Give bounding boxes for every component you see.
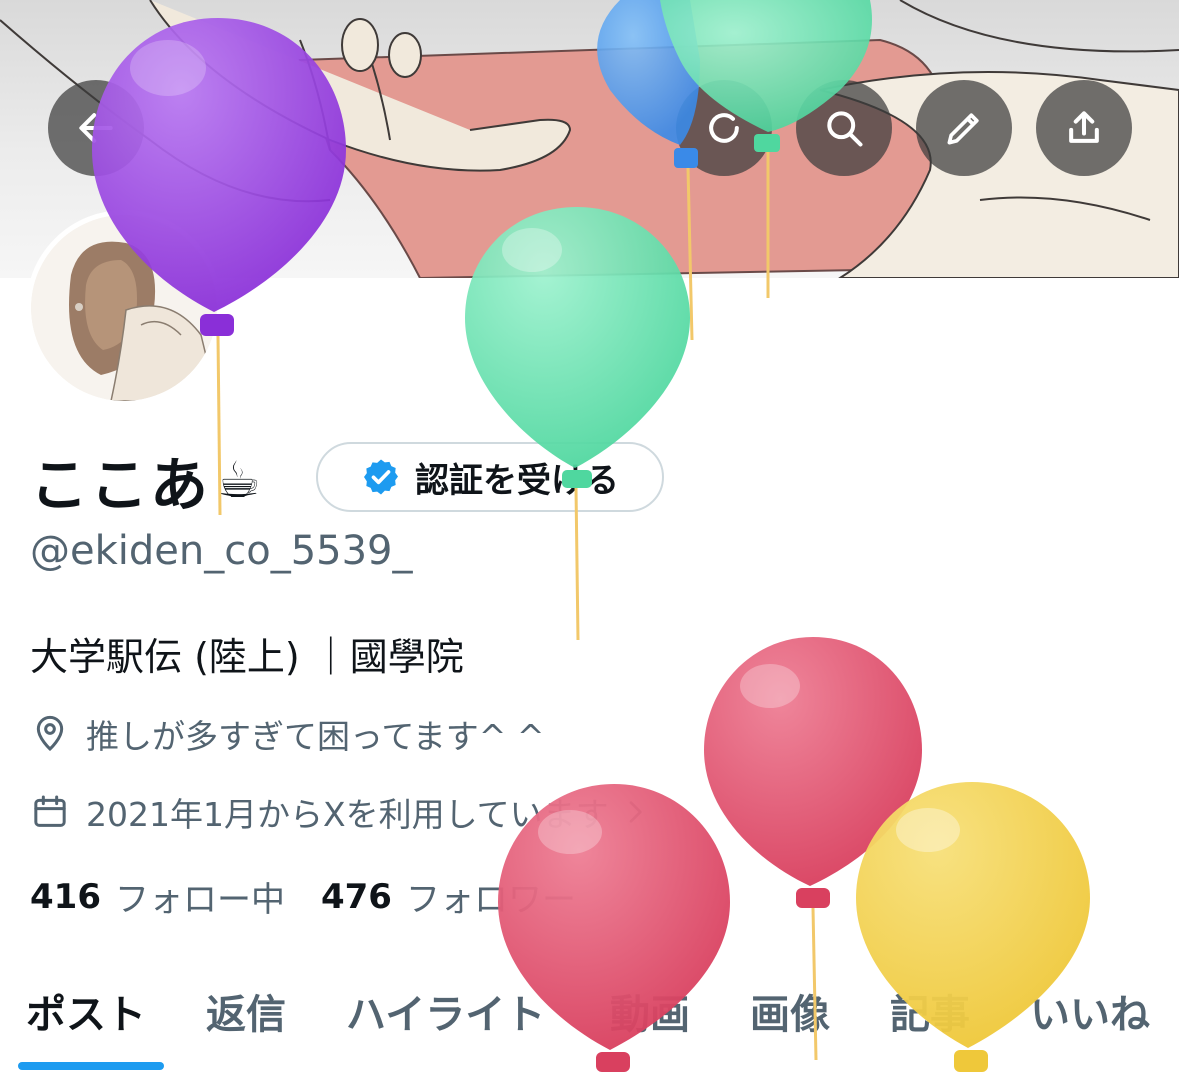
active-tab-indicator bbox=[18, 1062, 164, 1070]
name-row: ここあ ☕ bbox=[30, 438, 261, 522]
profile-bio: 大学駅伝 (陸上) ｜國學院 bbox=[30, 635, 464, 679]
following-label[interactable]: フォロー中 bbox=[115, 872, 285, 921]
refresh-icon bbox=[709, 113, 739, 143]
profile-tabs: ポスト 返信 ハイライト 動画 画像 記事 いいね bbox=[0, 976, 1179, 1072]
refresh-button[interactable] bbox=[676, 80, 772, 176]
tab-posts[interactable]: ポスト bbox=[26, 982, 146, 1040]
edit-button[interactable] bbox=[916, 80, 1012, 176]
display-name: ここあ bbox=[30, 451, 211, 519]
arrow-left-icon bbox=[79, 113, 113, 143]
coffee-emoji: ☕ bbox=[216, 451, 261, 509]
location-row: 推しが多すぎて困ってます^ ^ bbox=[30, 710, 545, 758]
joined-text: 2021年1月からXを利用しています bbox=[86, 795, 609, 834]
followers-label[interactable]: フォロワー bbox=[406, 872, 576, 921]
joined-row[interactable]: 2021年1月からXを利用しています bbox=[30, 788, 651, 836]
search-icon bbox=[827, 111, 863, 147]
followers-count[interactable]: 476 bbox=[321, 877, 392, 917]
location-text: 推しが多すぎて困ってます^ ^ bbox=[86, 717, 545, 756]
tab-articles[interactable]: 記事 bbox=[890, 982, 970, 1040]
avatar[interactable] bbox=[26, 210, 222, 406]
chevron-right-icon bbox=[629, 801, 642, 823]
search-button[interactable] bbox=[796, 80, 892, 176]
pencil-icon bbox=[947, 113, 979, 145]
follow-stats: 416 フォロー中 476 フォロワー bbox=[30, 872, 612, 921]
location-pin-icon bbox=[36, 715, 64, 752]
share-button[interactable] bbox=[1036, 80, 1132, 176]
tab-replies[interactable]: 返信 bbox=[206, 982, 286, 1040]
following-count[interactable]: 416 bbox=[30, 877, 101, 917]
share-icon bbox=[1069, 111, 1099, 143]
user-handle: @ekiden_co_5539_ bbox=[30, 528, 413, 574]
verified-badge-icon bbox=[364, 459, 398, 495]
tab-videos[interactable]: 動画 bbox=[610, 982, 690, 1040]
get-verified-button[interactable]: 認証を受ける bbox=[316, 442, 664, 512]
tab-images[interactable]: 画像 bbox=[750, 982, 830, 1040]
tab-likes[interactable]: いいね bbox=[1030, 982, 1150, 1040]
tab-highlights[interactable]: ハイライト bbox=[346, 982, 545, 1040]
avatar-illustration bbox=[31, 215, 217, 401]
get-verified-label: 認証を受ける bbox=[415, 460, 619, 501]
calendar-icon bbox=[34, 795, 66, 827]
back-button[interactable] bbox=[48, 80, 144, 176]
